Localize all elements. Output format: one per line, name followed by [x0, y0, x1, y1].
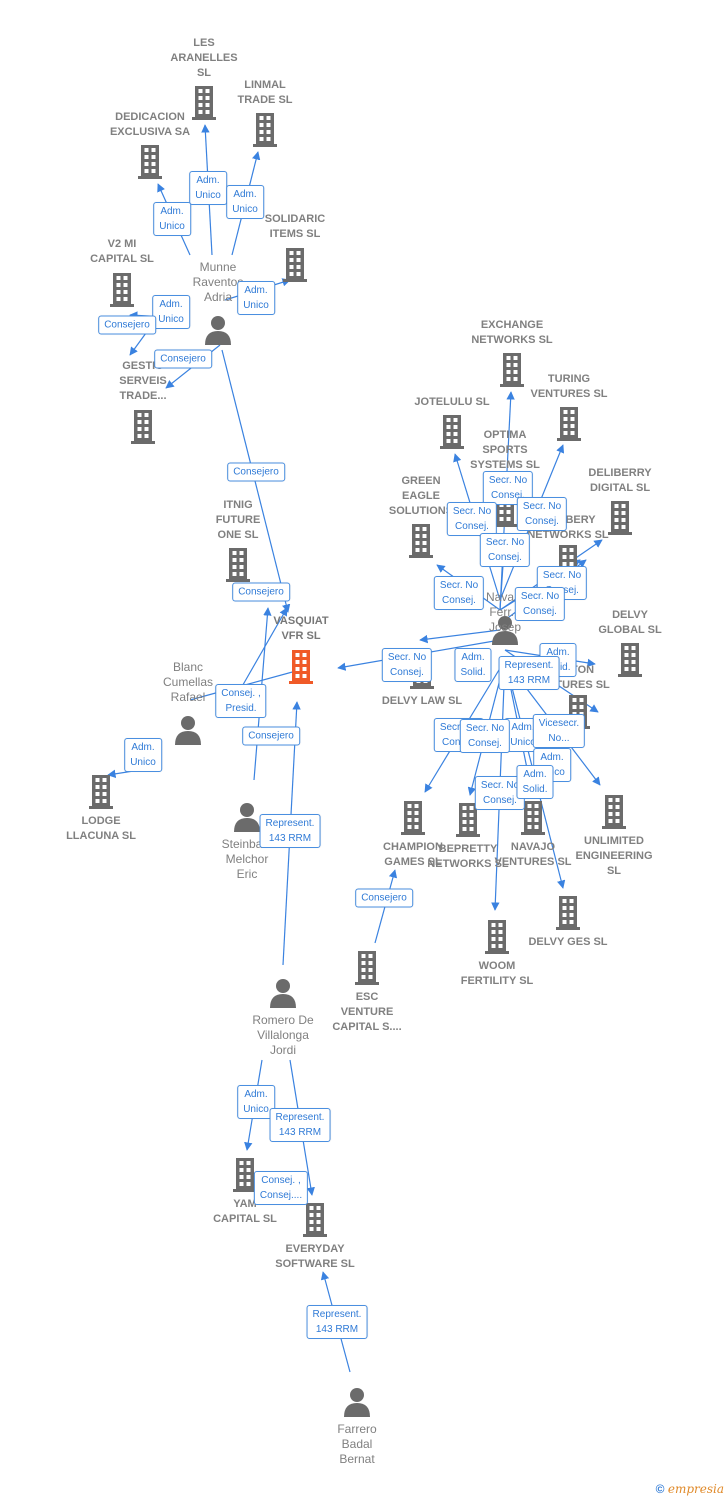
company-node[interactable]: LES ARANELLES SL [149, 36, 259, 81]
relation-label[interactable]: Adm. Solid. [454, 648, 492, 682]
relation-label[interactable]: Secr. No Consej. [433, 576, 485, 610]
person-icon[interactable] [269, 978, 297, 1013]
relation-label[interactable]: Secr. No Consej. [459, 719, 511, 753]
relation-label[interactable]: Consejero [232, 582, 290, 602]
relation-label[interactable]: Consejero [154, 349, 212, 369]
company-node[interactable]: DELVY GES SL [513, 935, 623, 950]
company-node[interactable]: WOOM FERTILITY SL [442, 959, 552, 989]
relation-label[interactable]: Consejero [242, 726, 300, 746]
company-name[interactable]: LODGE LLACUNA SL [46, 814, 156, 844]
relation-label[interactable]: Secr. No Consej. [479, 533, 531, 567]
company-node[interactable]: TURING VENTURES SL [514, 372, 624, 402]
person-icon[interactable] [204, 315, 232, 350]
relation-label[interactable]: Represent. 143 RRM [259, 814, 321, 848]
building-icon [288, 650, 314, 689]
company-node[interactable]: OPTIMA SPORTS SYSTEMS SL [450, 428, 560, 473]
company-name[interactable]: LINMAL TRADE SL [210, 78, 320, 108]
building-icon [109, 273, 135, 312]
person-node[interactable]: Romero De Villalonga Jordi [228, 1013, 338, 1058]
company-name[interactable]: OPTIMA SPORTS SYSTEMS SL [450, 428, 560, 473]
company-name[interactable]: WOOM FERTILITY SL [442, 959, 552, 989]
relation-label[interactable]: Consej. , Presid. [215, 684, 267, 718]
relation-label[interactable]: Adm. Unico [153, 202, 191, 236]
company-name[interactable]: JOTELULU SL [397, 395, 507, 410]
building-icon [302, 1203, 328, 1242]
brand-logo: empresia [667, 1482, 724, 1496]
company-name[interactable]: VASQUIAT VFR SL [246, 614, 356, 644]
company-node[interactable]: VASQUIAT VFR SL [246, 614, 356, 644]
company-name[interactable]: UNLIMITED ENGINEERING SL [559, 834, 669, 879]
company-node[interactable]: LINMAL TRADE SL [210, 78, 320, 108]
company-node[interactable]: DELIBERRY DIGITAL SL [565, 466, 675, 496]
company-node[interactable]: JOTELULU SL [397, 395, 507, 410]
company-node[interactable]: EXCHANGE NETWORKS SL [457, 318, 567, 348]
company-node[interactable]: ITNIG FUTURE ONE SL [183, 498, 293, 543]
company-name[interactable]: ITNIG FUTURE ONE SL [183, 498, 293, 543]
relation-label[interactable]: Vicesecr. No... [532, 714, 586, 748]
building-icon [282, 248, 308, 287]
building-icon [400, 801, 426, 840]
relation-label[interactable]: Adm. Unico [237, 281, 275, 315]
relation-label[interactable]: Adm. Unico [124, 738, 162, 772]
person-name[interactable]: Farrero Badal Bernat [302, 1422, 412, 1467]
relation-label[interactable]: Consejero [227, 462, 285, 482]
building-icon [225, 548, 251, 587]
relation-label[interactable]: Represent. 143 RRM [498, 656, 560, 690]
company-name[interactable]: DELVY GLOBAL SL [575, 608, 685, 638]
relation-label[interactable]: Secr. No Consej. [514, 587, 566, 621]
person-icon[interactable] [174, 715, 202, 750]
company-name[interactable]: DEDICACION EXCLUSIVA SA [95, 110, 205, 140]
company-name[interactable]: EXCHANGE NETWORKS SL [457, 318, 567, 348]
company-node[interactable]: V2 MI CAPITAL SL [67, 237, 177, 267]
company-node[interactable]: EVERYDAY SOFTWARE SL [260, 1242, 370, 1272]
building-icon [88, 775, 114, 814]
relation-label[interactable]: Secr. No Consej. [516, 497, 568, 531]
person-icon[interactable] [343, 1387, 371, 1422]
relation-label[interactable]: Secr. No Consej. [381, 648, 433, 682]
relation-label[interactable]: Secr. No Consej. [446, 502, 498, 536]
company-name[interactable]: DELVY GES SL [513, 935, 623, 950]
relation-label[interactable]: Represent. 143 RRM [269, 1108, 331, 1142]
company-name[interactable]: EVERYDAY SOFTWARE SL [260, 1242, 370, 1272]
building-icon [408, 524, 434, 563]
relation-label[interactable]: Represent. 143 RRM [306, 1305, 368, 1339]
person-node[interactable]: Farrero Badal Bernat [302, 1422, 412, 1467]
building-icon [555, 896, 581, 935]
company-node[interactable]: LODGE LLACUNA SL [46, 814, 156, 844]
company-name[interactable]: DELIBERRY DIGITAL SL [565, 466, 675, 496]
building-icon [252, 113, 278, 152]
company-name[interactable]: DELVY LAW SL [367, 694, 477, 709]
building-icon [484, 920, 510, 959]
person-icon[interactable] [233, 802, 261, 837]
company-name[interactable]: V2 MI CAPITAL SL [67, 237, 177, 267]
company-name[interactable]: TURING VENTURES SL [514, 372, 624, 402]
company-node[interactable]: DEDICACION EXCLUSIVA SA [95, 110, 205, 140]
building-icon [354, 951, 380, 990]
relation-label[interactable]: Consejero [355, 888, 413, 908]
relation-label[interactable]: Adm. Unico [189, 171, 227, 205]
footer-brand: © empresia [656, 1482, 724, 1496]
company-node[interactable]: UNLIMITED ENGINEERING SL [559, 834, 669, 879]
relation-label[interactable]: Adm. Unico [152, 295, 190, 329]
company-name[interactable]: LES ARANELLES SL [149, 36, 259, 81]
relation-label[interactable]: Adm. Unico [226, 185, 264, 219]
relation-label[interactable]: Consejero [98, 315, 156, 335]
company-node[interactable]: DELVY LAW SL [367, 694, 477, 709]
relationship-edges [107, 124, 603, 1373]
building-icon [130, 410, 156, 449]
building-icon [137, 145, 163, 184]
company-node[interactable]: DELVY GLOBAL SL [575, 608, 685, 638]
person-name[interactable]: Romero De Villalonga Jordi [228, 1013, 338, 1058]
relation-label[interactable]: Adm. Solid. [516, 765, 554, 799]
copyright-symbol: © [655, 1482, 665, 1496]
building-icon [601, 795, 627, 834]
relation-label[interactable]: Consej. , Consej.... [253, 1171, 309, 1205]
